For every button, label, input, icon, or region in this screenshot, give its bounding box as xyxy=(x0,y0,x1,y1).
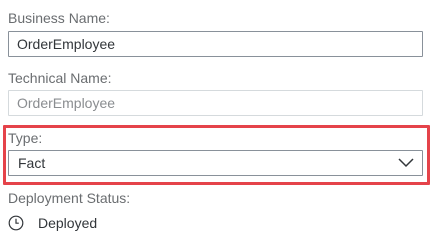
chevron-down-icon[interactable] xyxy=(398,158,414,168)
deployment-status-value: Deployed xyxy=(38,215,98,231)
type-select-value: Fact xyxy=(18,155,46,171)
type-select[interactable]: Fact xyxy=(8,150,423,176)
clock-icon xyxy=(8,215,24,231)
technical-name-input: OrderEmployee xyxy=(8,90,423,116)
technical-name-label: Technical Name: xyxy=(8,70,112,86)
deployment-status-label: Deployment Status: xyxy=(8,190,131,206)
business-name-label: Business Name: xyxy=(8,10,110,26)
business-name-input[interactable]: OrderEmployee xyxy=(8,31,423,57)
deployment-status-row: Deployed xyxy=(8,213,97,233)
type-label: Type: xyxy=(8,130,43,146)
